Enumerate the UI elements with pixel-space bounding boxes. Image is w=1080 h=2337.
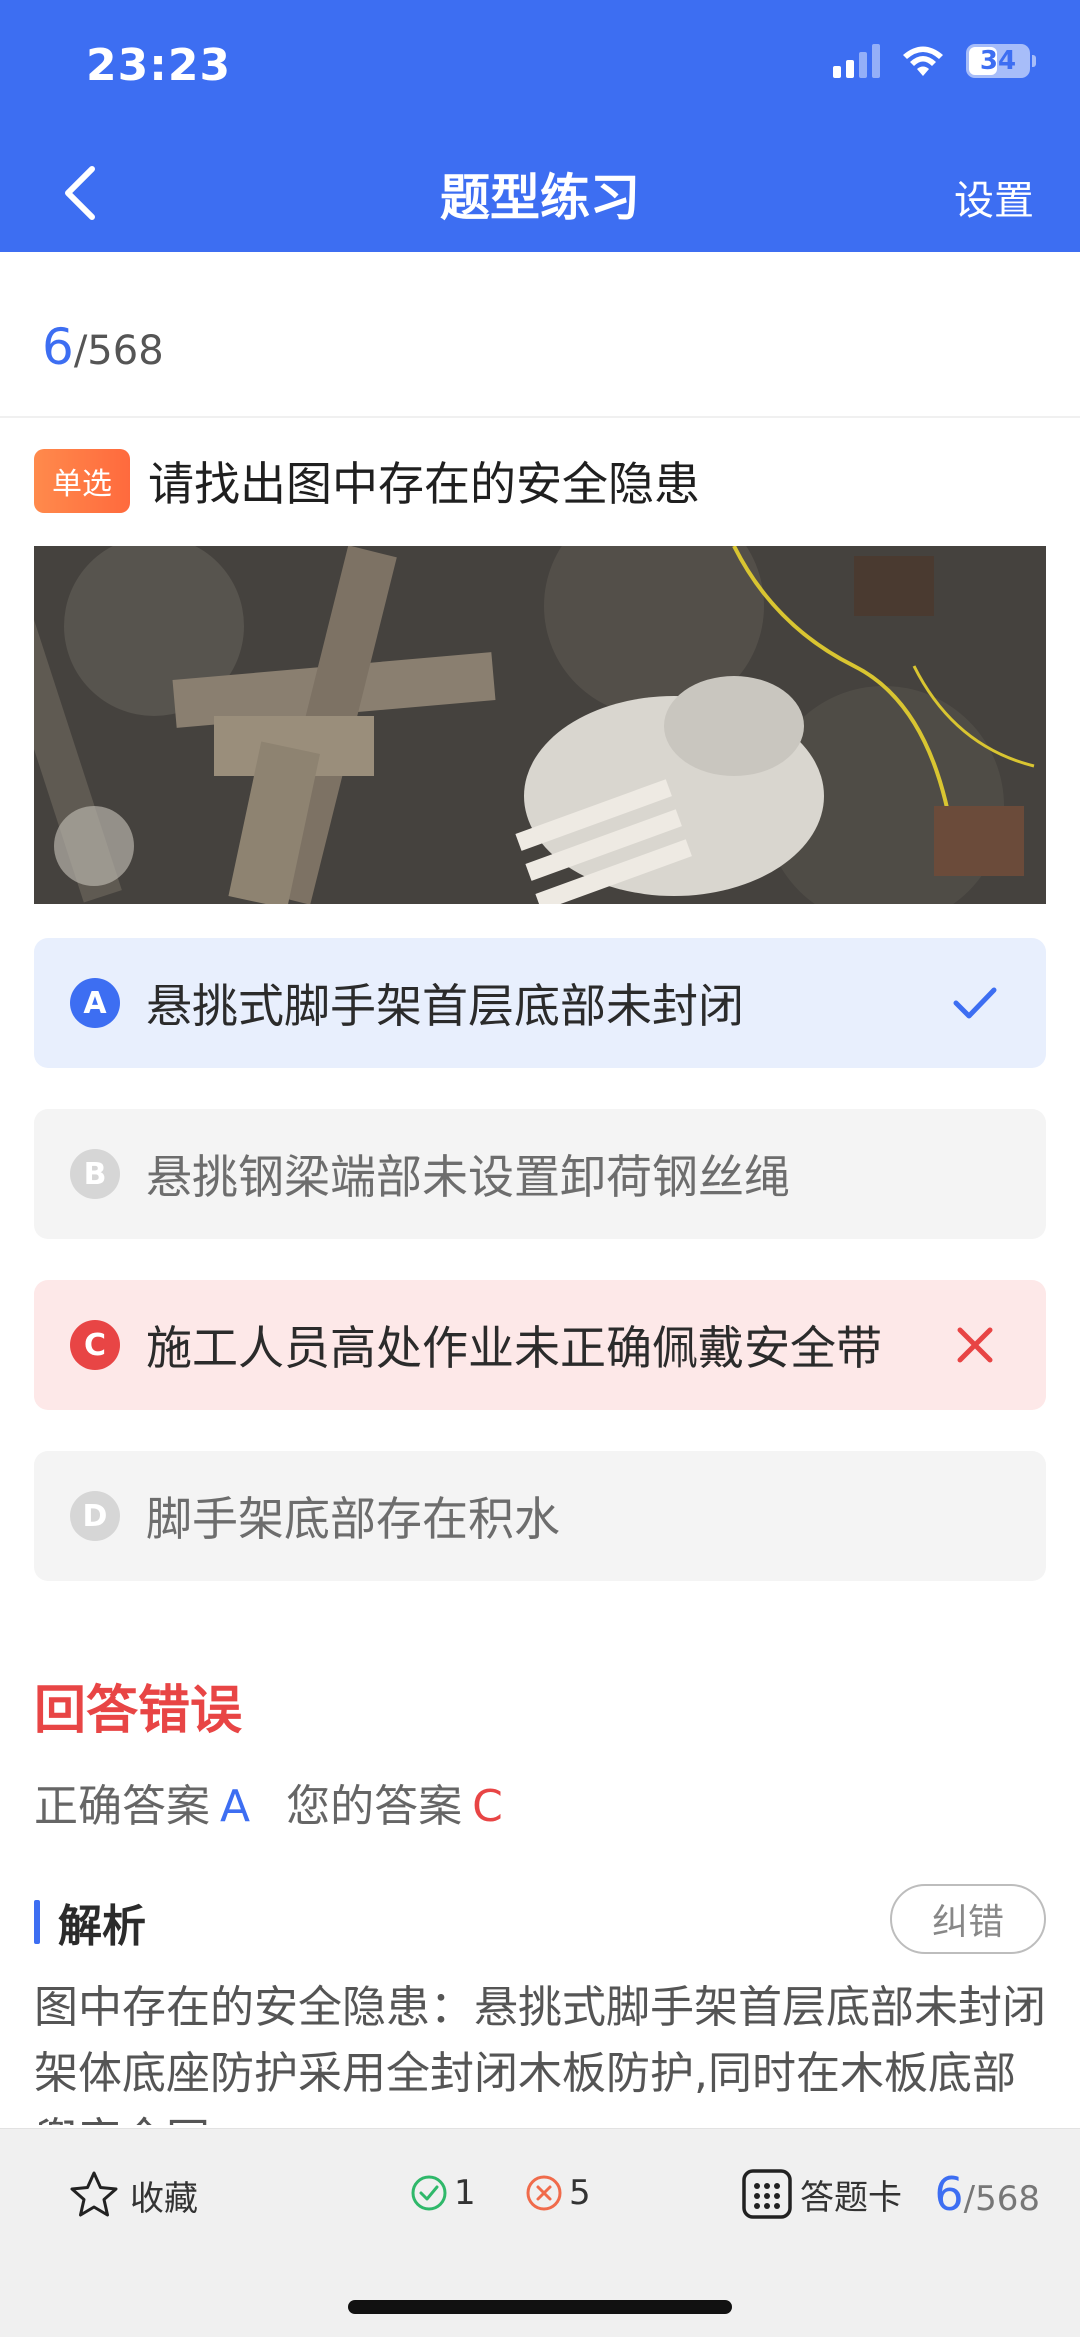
cross-circle-icon xyxy=(526,2175,562,2211)
check-circle-icon xyxy=(411,2175,447,2211)
option-text: 悬挑钢梁端部未设置卸荷钢丝绳 xyxy=(146,1150,790,1204)
option-letter: D xyxy=(70,1491,120,1541)
right-count-value: 1 xyxy=(454,2173,476,2213)
answer-card-label: 答题卡 xyxy=(800,2177,902,2218)
bottom-progress: 6/568 xyxy=(934,2167,1040,2221)
question-header: 单选 请找出图中存在的安全隐患 xyxy=(34,448,700,514)
section-accent-bar xyxy=(34,1900,40,1944)
battery-icon: 34 xyxy=(966,44,1036,78)
option-text: 悬挑式脚手架首层底部未封闭 xyxy=(146,979,744,1033)
answer-card-button[interactable]: 答题卡 xyxy=(740,2167,902,2221)
answer-summary: 正确答案 A 您的答案 C xyxy=(34,1770,503,1834)
bottom-progress-current: 6 xyxy=(934,2167,964,2221)
battery-level: 34 xyxy=(979,46,1017,76)
option-letter: A xyxy=(70,978,120,1028)
question-image[interactable] xyxy=(34,546,1046,904)
question-type-badge: 单选 xyxy=(34,449,130,513)
option-letter: C xyxy=(70,1320,120,1370)
favorite-button[interactable]: 收藏 xyxy=(68,2169,198,2221)
cellular-signal-icon xyxy=(833,44,880,78)
analysis-text: 图中存在的安全隐患：悬挑式脚手架首层底部未封闭架体底座防护采用全封闭木板防护,同… xyxy=(34,1982,1046,2125)
check-icon xyxy=(950,978,1000,1028)
favorite-label: 收藏 xyxy=(130,2178,198,2219)
bottom-progress-total: /568 xyxy=(963,2179,1040,2219)
settings-button[interactable]: 设置 xyxy=(954,168,1034,226)
option-a[interactable]: A 悬挑式脚手架首层底部未封闭 xyxy=(34,938,1046,1068)
option-letter: B xyxy=(70,1149,120,1199)
app-header: 23:23 34 题型练习 设置 xyxy=(0,0,1080,252)
correct-answer-value: A xyxy=(220,1781,251,1832)
page-title: 题型练习 xyxy=(440,169,640,227)
status-icons: 34 xyxy=(833,44,1036,78)
wifi-icon xyxy=(903,46,943,76)
option-text: 脚手架底部存在积水 xyxy=(146,1492,560,1546)
option-c[interactable]: C 施工人员高处作业未正确佩戴安全带 xyxy=(34,1280,1046,1410)
option-text: 施工人员高处作业未正确佩戴安全带 xyxy=(146,1321,882,1375)
right-count[interactable]: 1 xyxy=(410,2173,476,2213)
star-icon xyxy=(70,2171,118,2217)
progress-current: 6 xyxy=(42,318,74,376)
divider xyxy=(0,416,1080,418)
your-answer-label: 您的答案 xyxy=(286,1781,463,1832)
progress-total: /568 xyxy=(73,328,164,374)
status-bar: 23:23 34 xyxy=(0,0,1080,130)
question-text: 请找出图中存在的安全隐患 xyxy=(148,457,700,511)
your-answer-value: C xyxy=(472,1781,503,1832)
cross-icon xyxy=(950,1320,1000,1370)
result-title: 回答错误 xyxy=(34,1681,243,1741)
nav-bar: 题型练习 设置 xyxy=(0,130,1080,252)
status-time: 23:23 xyxy=(86,40,232,91)
question-progress: 6/568 xyxy=(42,318,164,376)
wrong-count-value: 5 xyxy=(569,2173,591,2213)
option-b[interactable]: B 悬挑钢梁端部未设置卸荷钢丝绳 xyxy=(34,1109,1046,1239)
wrong-count[interactable]: 5 xyxy=(525,2173,591,2213)
construction-site-photo xyxy=(34,546,1046,904)
correct-answer-label: 正确答案 xyxy=(34,1781,210,1832)
analysis-header: 解析 xyxy=(34,1890,146,1954)
analysis-title: 解析 xyxy=(58,1901,146,1952)
report-error-button[interactable]: 纠错 xyxy=(890,1884,1046,1954)
home-indicator[interactable] xyxy=(348,2300,732,2314)
grid-icon xyxy=(742,2169,792,2219)
option-d[interactable]: D 脚手架底部存在积水 xyxy=(34,1451,1046,1581)
